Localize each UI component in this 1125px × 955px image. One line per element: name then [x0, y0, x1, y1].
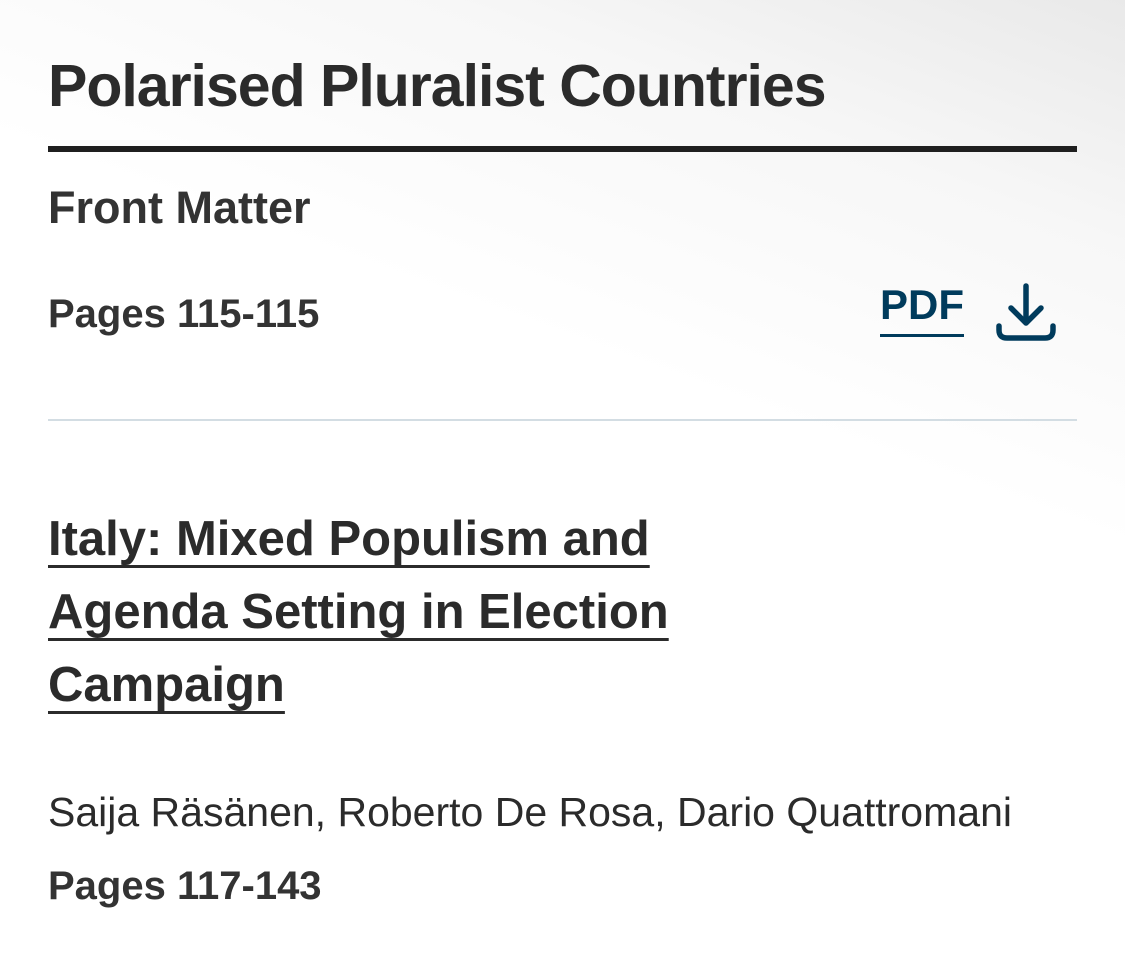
- section-heading-rule: [48, 146, 1077, 152]
- section-divider: [48, 419, 1077, 421]
- chapter-authors: Saija Räsänen, Roberto De Rosa, Dario Qu…: [48, 789, 1012, 835]
- pdf-download-link[interactable]: PDF: [880, 280, 1058, 341]
- front-matter-pages: Pages 115-115: [48, 292, 320, 336]
- section-title: Polarised Pluralist Countries: [48, 53, 827, 119]
- download-icon[interactable]: [994, 280, 1058, 344]
- front-matter-title: Front Matter: [48, 182, 311, 233]
- pdf-label[interactable]: PDF: [880, 280, 964, 337]
- chapter-title: Italy: Mixed Populism and Agenda Setting…: [48, 503, 728, 722]
- chapter-pages: Pages 117-143: [48, 864, 322, 908]
- chapter-title-link[interactable]: Italy: Mixed Populism and Agenda Setting…: [48, 512, 669, 712]
